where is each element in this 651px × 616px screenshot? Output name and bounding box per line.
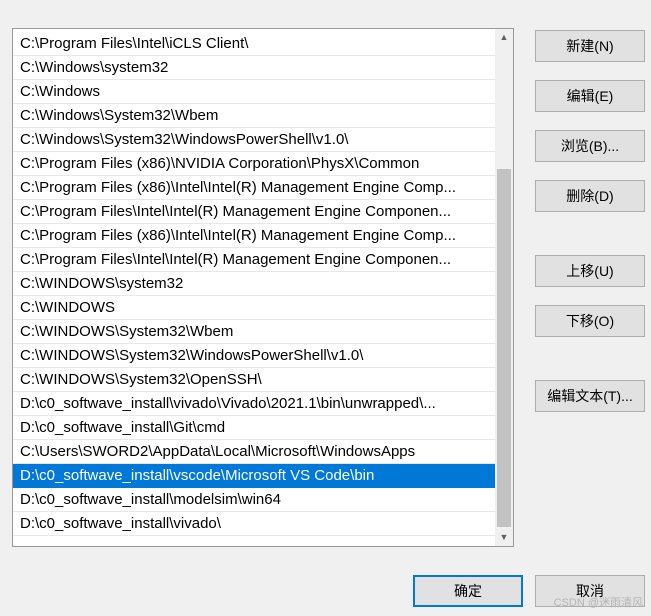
new-button[interactable]: 新建(N) xyxy=(535,30,645,62)
path-list-item[interactable]: C:\Program Files\Intel\Intel(R) Manageme… xyxy=(13,200,495,224)
move-down-button[interactable]: 下移(O) xyxy=(535,305,645,337)
path-list-item[interactable]: C:\WINDOWS\System32\OpenSSH\ xyxy=(13,368,495,392)
path-list-item[interactable]: D:\c0_softwave_install\vivado\Vivado\202… xyxy=(13,392,495,416)
browse-button[interactable]: 浏览(B)... xyxy=(535,130,645,162)
path-list-item[interactable]: D:\c0_softwave_install\vivado\ xyxy=(13,512,495,536)
path-rows: C:\Program Files\Intel\iCLS Client\ C:\Wi… xyxy=(13,32,495,536)
path-list-item[interactable]: C:\Program Files (x86)\Intel\Intel(R) Ma… xyxy=(13,176,495,200)
chevron-down-icon[interactable]: ▼ xyxy=(495,529,513,546)
chevron-up-icon[interactable]: ▲ xyxy=(495,29,513,46)
path-list-item[interactable]: C:\WINDOWS\System32\WindowsPowerShell\v1… xyxy=(13,344,495,368)
edit-text-button[interactable]: 编辑文本(T)... xyxy=(535,380,645,412)
path-list-item[interactable]: C:\WINDOWS\System32\Wbem xyxy=(13,320,495,344)
path-list-item[interactable]: C:\Windows\system32 xyxy=(13,56,495,80)
ok-button[interactable]: 确定 xyxy=(413,575,523,607)
path-list-item[interactable]: D:\c0_softwave_install\Git\cmd xyxy=(13,416,495,440)
path-list-item[interactable]: C:\Windows xyxy=(13,80,495,104)
path-list-item[interactable]: C:\Users\SWORD2\AppData\Local\Microsoft\… xyxy=(13,440,495,464)
path-list-item[interactable]: C:\Windows\System32\WindowsPowerShell\v1… xyxy=(13,128,495,152)
path-list-item[interactable]: C:\Program Files\Intel\Intel(R) Manageme… xyxy=(13,248,495,272)
edit-button[interactable]: 编辑(E) xyxy=(535,80,645,112)
vertical-scrollbar[interactable]: ▲ ▼ xyxy=(495,29,513,546)
path-list-item[interactable]: D:\c0_softwave_install\vscode\Microsoft … xyxy=(13,464,495,488)
path-list-item[interactable]: C:\Program Files (x86)\Intel\Intel(R) Ma… xyxy=(13,224,495,248)
path-list-item[interactable]: D:\c0_softwave_install\modelsim\win64 xyxy=(13,488,495,512)
path-list-item[interactable]: C:\Windows\System32\Wbem xyxy=(13,104,495,128)
watermark: CSDN @迷雨清风 xyxy=(553,597,643,609)
delete-button[interactable]: 删除(D) xyxy=(535,180,645,212)
path-list[interactable]: C:\Program Files\Intel\iCLS Client\ C:\Wi… xyxy=(12,28,514,547)
scroll-thumb[interactable] xyxy=(497,169,511,527)
path-list-item[interactable]: C:\Program Files (x86)\NVIDIA Corporatio… xyxy=(13,152,495,176)
move-up-button[interactable]: 上移(U) xyxy=(535,255,645,287)
path-list-item[interactable]: C:\Program Files\Intel\iCLS Client\ xyxy=(13,32,495,56)
path-list-item[interactable]: C:\WINDOWS xyxy=(13,296,495,320)
path-list-item[interactable]: C:\WINDOWS\system32 xyxy=(13,272,495,296)
